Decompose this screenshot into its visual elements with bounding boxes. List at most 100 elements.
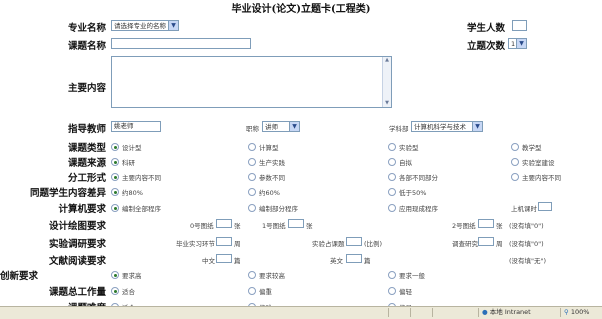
experiment-f3-label: 调查研究 xyxy=(452,240,478,248)
radio-button[interactable] xyxy=(111,271,119,279)
lab-hours-input[interactable] xyxy=(538,202,552,211)
radio-label: 编制全部程序 xyxy=(122,205,161,213)
radio-label: 各部不同部分 xyxy=(399,174,438,182)
experiment-f1-input[interactable] xyxy=(216,237,232,246)
radio-option[interactable]: 低于50% xyxy=(388,187,426,197)
content-textarea[interactable]: ▲ ▼ xyxy=(111,56,392,108)
radio-button[interactable] xyxy=(388,188,396,196)
row-label: 课题类型 xyxy=(67,143,106,154)
radio-option[interactable]: 主要内容不同 xyxy=(511,172,561,182)
radio-button[interactable] xyxy=(248,188,256,196)
radio-button[interactable] xyxy=(248,204,256,212)
radio-option[interactable]: 实验型 xyxy=(388,142,419,152)
radio-button[interactable] xyxy=(111,143,119,151)
radio-option[interactable]: 设计型 xyxy=(111,142,142,152)
radio-button[interactable] xyxy=(388,143,396,151)
teacher-title-select[interactable]: 讲师 ▼ xyxy=(262,121,300,132)
reading-f2-label: 英文 xyxy=(330,257,343,265)
radio-option[interactable]: 应用现成程序 xyxy=(388,203,438,213)
drawing-f3-input[interactable] xyxy=(478,219,494,228)
radio-option[interactable]: 编制部分程序 xyxy=(248,203,298,213)
radio-option[interactable]: 编制全部程序 xyxy=(111,203,161,213)
radio-option[interactable]: 计算型 xyxy=(248,142,279,152)
chevron-down-icon: ▼ xyxy=(289,122,299,131)
radio-label: 约60% xyxy=(259,189,280,197)
radio-button[interactable] xyxy=(111,287,119,295)
students-label: 学生人数 xyxy=(466,23,505,34)
dept-select[interactable]: 计算机科学与技术 ▼ xyxy=(411,121,483,132)
teacher-input[interactable]: 姚老师 xyxy=(111,121,161,132)
radio-label: 实验型 xyxy=(399,144,419,152)
radio-option[interactable]: 教学型 xyxy=(511,142,542,152)
radio-button[interactable] xyxy=(111,188,119,196)
radio-label: 计算型 xyxy=(259,144,279,152)
drawing-label: 设计绘图要求 xyxy=(48,221,106,232)
radio-label: 生产实践 xyxy=(259,159,285,167)
radio-button[interactable] xyxy=(111,173,119,181)
experiment-f3-unit: 周 xyxy=(496,240,503,248)
radio-label: 主要内容不同 xyxy=(122,174,161,182)
radio-option[interactable]: 各部不同部分 xyxy=(388,172,438,182)
radio-label: 低于50% xyxy=(399,189,427,197)
radio-option[interactable]: 偏轻 xyxy=(388,286,412,296)
radio-button[interactable] xyxy=(388,271,396,279)
radio-button[interactable] xyxy=(388,158,396,166)
radio-option[interactable]: 偏重 xyxy=(248,286,272,296)
drawing-f1-unit: 张 xyxy=(234,222,241,230)
radio-label: 要求高 xyxy=(122,272,142,280)
radio-option[interactable]: 参数不同 xyxy=(248,172,285,182)
scroll-down-icon[interactable]: ▼ xyxy=(383,100,391,107)
scroll-up-icon[interactable]: ▲ xyxy=(383,57,391,64)
radio-option[interactable]: 实验室建设 xyxy=(511,157,555,167)
radio-button[interactable] xyxy=(111,158,119,166)
reading-f1-input[interactable] xyxy=(216,254,232,263)
radio-button[interactable] xyxy=(511,143,519,151)
radio-option[interactable]: 主要内容不同 xyxy=(111,172,161,182)
scrollbar[interactable]: ▲ ▼ xyxy=(382,57,391,107)
radio-button[interactable] xyxy=(248,271,256,279)
topic-input[interactable] xyxy=(111,38,251,49)
page-title: 毕业设计(论文)立题卡(工程类) xyxy=(231,4,371,15)
experiment-label: 实验调研要求 xyxy=(48,239,106,250)
radio-button[interactable] xyxy=(248,143,256,151)
reading-f2-unit: 篇 xyxy=(364,257,371,265)
drawing-f2-input[interactable] xyxy=(288,219,304,228)
radio-button[interactable] xyxy=(248,287,256,295)
experiment-f3-input[interactable] xyxy=(478,237,494,246)
radio-button[interactable] xyxy=(248,173,256,181)
experiment-f2-input[interactable] xyxy=(346,237,362,246)
radio-option[interactable]: 约60% xyxy=(248,187,280,197)
radio-label: 要求一般 xyxy=(399,272,425,280)
radio-button[interactable] xyxy=(388,204,396,212)
radio-button[interactable] xyxy=(511,158,519,166)
radio-option[interactable]: 生产实践 xyxy=(248,157,285,167)
radio-option[interactable]: 科研 xyxy=(111,157,135,167)
times-label: 立题次数 xyxy=(466,41,505,52)
radio-button[interactable] xyxy=(248,158,256,166)
radio-button[interactable] xyxy=(511,173,519,181)
lab-hours-label: 上机课时 xyxy=(511,205,537,213)
radio-option[interactable]: 适合 xyxy=(111,286,135,296)
radio-button[interactable] xyxy=(388,173,396,181)
radio-label: 实验室建设 xyxy=(522,159,555,167)
radio-option[interactable]: 要求一般 xyxy=(388,270,425,280)
major-label: 专业名称 xyxy=(67,23,106,34)
drawing-f1-input[interactable] xyxy=(216,219,232,228)
drawing-f2-unit: 张 xyxy=(306,222,313,230)
zoom-control[interactable]: ⚲ 100% xyxy=(560,308,602,317)
reading-f1-label: 中文 xyxy=(202,257,215,265)
times-select[interactable]: 1 ▼ xyxy=(508,38,527,49)
radio-option[interactable]: 约80% xyxy=(111,187,143,197)
row-label: 课题来源 xyxy=(67,158,106,169)
radio-option[interactable]: 要求较高 xyxy=(248,270,285,280)
radio-button[interactable] xyxy=(111,204,119,212)
radio-label: 主要内容不同 xyxy=(522,174,561,182)
major-select[interactable]: 请选择专业的名称 ▼ xyxy=(111,20,179,31)
content-label: 主要内容 xyxy=(67,83,106,94)
students-input[interactable] xyxy=(512,20,527,31)
reading-f2-input[interactable] xyxy=(346,254,362,263)
radio-button[interactable] xyxy=(388,287,396,295)
radio-option[interactable]: 自拟 xyxy=(388,157,412,167)
radio-label: 偏轻 xyxy=(399,288,412,296)
radio-option[interactable]: 要求高 xyxy=(111,270,142,280)
